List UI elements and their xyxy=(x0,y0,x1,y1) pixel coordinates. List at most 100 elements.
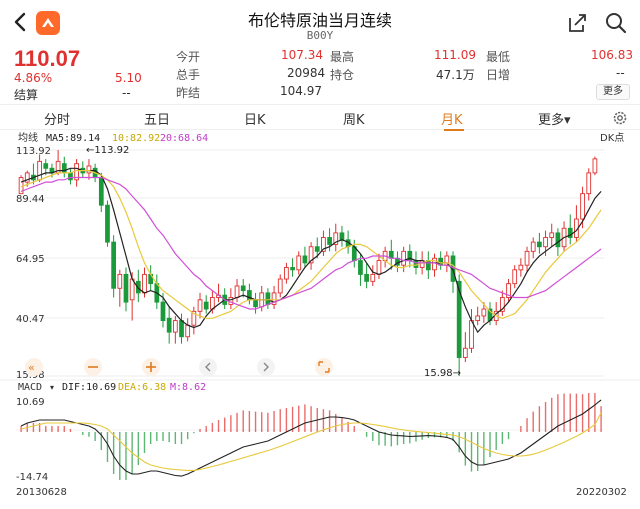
candle xyxy=(432,253,437,277)
candle-body xyxy=(592,158,598,174)
candle-body xyxy=(543,237,548,248)
candle-body xyxy=(290,267,295,271)
zoom-in-icon[interactable] xyxy=(142,358,160,376)
candle-body xyxy=(481,308,487,317)
macd-label[interactable]: MACD xyxy=(18,382,42,393)
candle xyxy=(438,251,444,270)
candle xyxy=(296,251,302,275)
candle xyxy=(370,265,376,286)
open-label: 今开 xyxy=(176,50,201,64)
macd-histogram xyxy=(20,393,602,480)
candle xyxy=(154,274,160,310)
volume-label: 总手 xyxy=(176,68,201,82)
candle-body xyxy=(117,273,123,289)
settle-value: -- xyxy=(122,86,131,100)
more-button[interactable]: 更多 xyxy=(596,84,630,100)
candle xyxy=(123,267,129,312)
candle xyxy=(290,258,295,277)
candle xyxy=(549,223,555,247)
candle xyxy=(425,251,431,280)
collapse-icon[interactable]: « xyxy=(25,358,43,376)
page-title: 布伦特原油当月连续 xyxy=(247,11,392,30)
candle-body xyxy=(240,285,246,292)
y-tick-label: 64.95 xyxy=(16,254,45,265)
candle-body xyxy=(518,264,524,271)
high-value: 111.09 xyxy=(434,48,476,62)
tab-intraday[interactable]: 分时 xyxy=(44,109,70,128)
date-end: 20220302 xyxy=(576,487,627,498)
candle-body xyxy=(68,172,73,181)
candle-body xyxy=(98,177,104,206)
min-annotation: 15.98→ xyxy=(424,368,461,379)
candle xyxy=(339,225,345,247)
prev-settle-value: 104.97 xyxy=(280,84,322,98)
candle-body xyxy=(203,301,209,310)
candle-body xyxy=(327,237,332,245)
candle-body xyxy=(401,250,407,266)
change-value: 5.10 xyxy=(115,71,142,85)
macd-dea-legend: DEA:6.38 xyxy=(118,382,166,393)
tab-weekly-k[interactable]: 周K xyxy=(343,109,365,128)
candle-body xyxy=(549,232,555,238)
daily-change-label: 日增 xyxy=(486,68,511,82)
candle-body xyxy=(43,163,49,169)
candle-body xyxy=(284,267,289,280)
candle xyxy=(512,265,518,289)
candle-body xyxy=(586,172,592,195)
macd-y-top: 10.69 xyxy=(16,397,45,408)
high-label: 最高 xyxy=(330,50,355,64)
candle xyxy=(111,235,117,298)
settle-label: 结算 xyxy=(14,88,39,102)
dk-point-label[interactable]: DK点 xyxy=(600,132,624,144)
search-icon[interactable] xyxy=(604,11,628,35)
candle xyxy=(166,306,172,344)
tab-more[interactable]: 更多▾ xyxy=(538,109,571,128)
tab-monthly-k[interactable]: 月K xyxy=(441,109,463,128)
last-price: 110.07 xyxy=(14,46,81,71)
candle xyxy=(80,161,86,178)
candle-body xyxy=(302,255,308,264)
candle xyxy=(247,283,252,305)
fullscreen-icon[interactable] xyxy=(315,358,333,376)
scroll-right-icon[interactable] xyxy=(257,358,275,376)
candle xyxy=(185,318,191,342)
y-tick-label: 40.47 xyxy=(16,314,45,325)
candle-body xyxy=(296,255,302,271)
kline-chart[interactable]: 均线 MA5:89.14 10:82.92 20:68.64 DK点 113.9… xyxy=(0,130,640,509)
candle xyxy=(148,265,154,291)
candle-body xyxy=(37,160,42,181)
ma20-legend: 20:68.64 xyxy=(160,133,208,144)
candle xyxy=(506,279,511,303)
macd-dropdown-icon[interactable]: ▾ xyxy=(50,383,54,392)
contract-code: B00Y xyxy=(306,29,334,42)
candle xyxy=(191,306,197,335)
candle-body xyxy=(413,260,419,268)
tab-daily-k[interactable]: 日K xyxy=(244,109,266,128)
candle xyxy=(407,244,413,268)
candle-body xyxy=(277,278,283,294)
candle-body xyxy=(179,320,184,338)
ma10-legend: 10:82.92 xyxy=(112,133,160,144)
candle-body xyxy=(142,273,147,294)
candle xyxy=(475,306,481,326)
candle-body xyxy=(160,301,166,322)
candle xyxy=(574,205,579,243)
zoom-out-icon[interactable] xyxy=(84,358,102,376)
period-tabs: 分时 五日 日K 周K 月K 更多▾ xyxy=(0,104,640,131)
date-start: 20130628 xyxy=(16,487,67,498)
candle xyxy=(395,251,400,273)
candle xyxy=(321,230,326,256)
candle-body xyxy=(358,260,363,275)
gear-icon[interactable] xyxy=(612,110,628,126)
tab-five-day[interactable]: 五日 xyxy=(144,109,170,128)
candle-body xyxy=(172,320,178,333)
candle xyxy=(567,214,573,245)
candle-body xyxy=(185,324,191,338)
scroll-left-icon[interactable] xyxy=(199,358,217,376)
open-interest-value: 47.1万 xyxy=(436,68,475,82)
candle-body xyxy=(339,232,345,241)
candle-body xyxy=(314,246,320,252)
share-icon[interactable] xyxy=(566,12,588,34)
candle xyxy=(37,154,42,183)
candle-body xyxy=(123,273,129,303)
